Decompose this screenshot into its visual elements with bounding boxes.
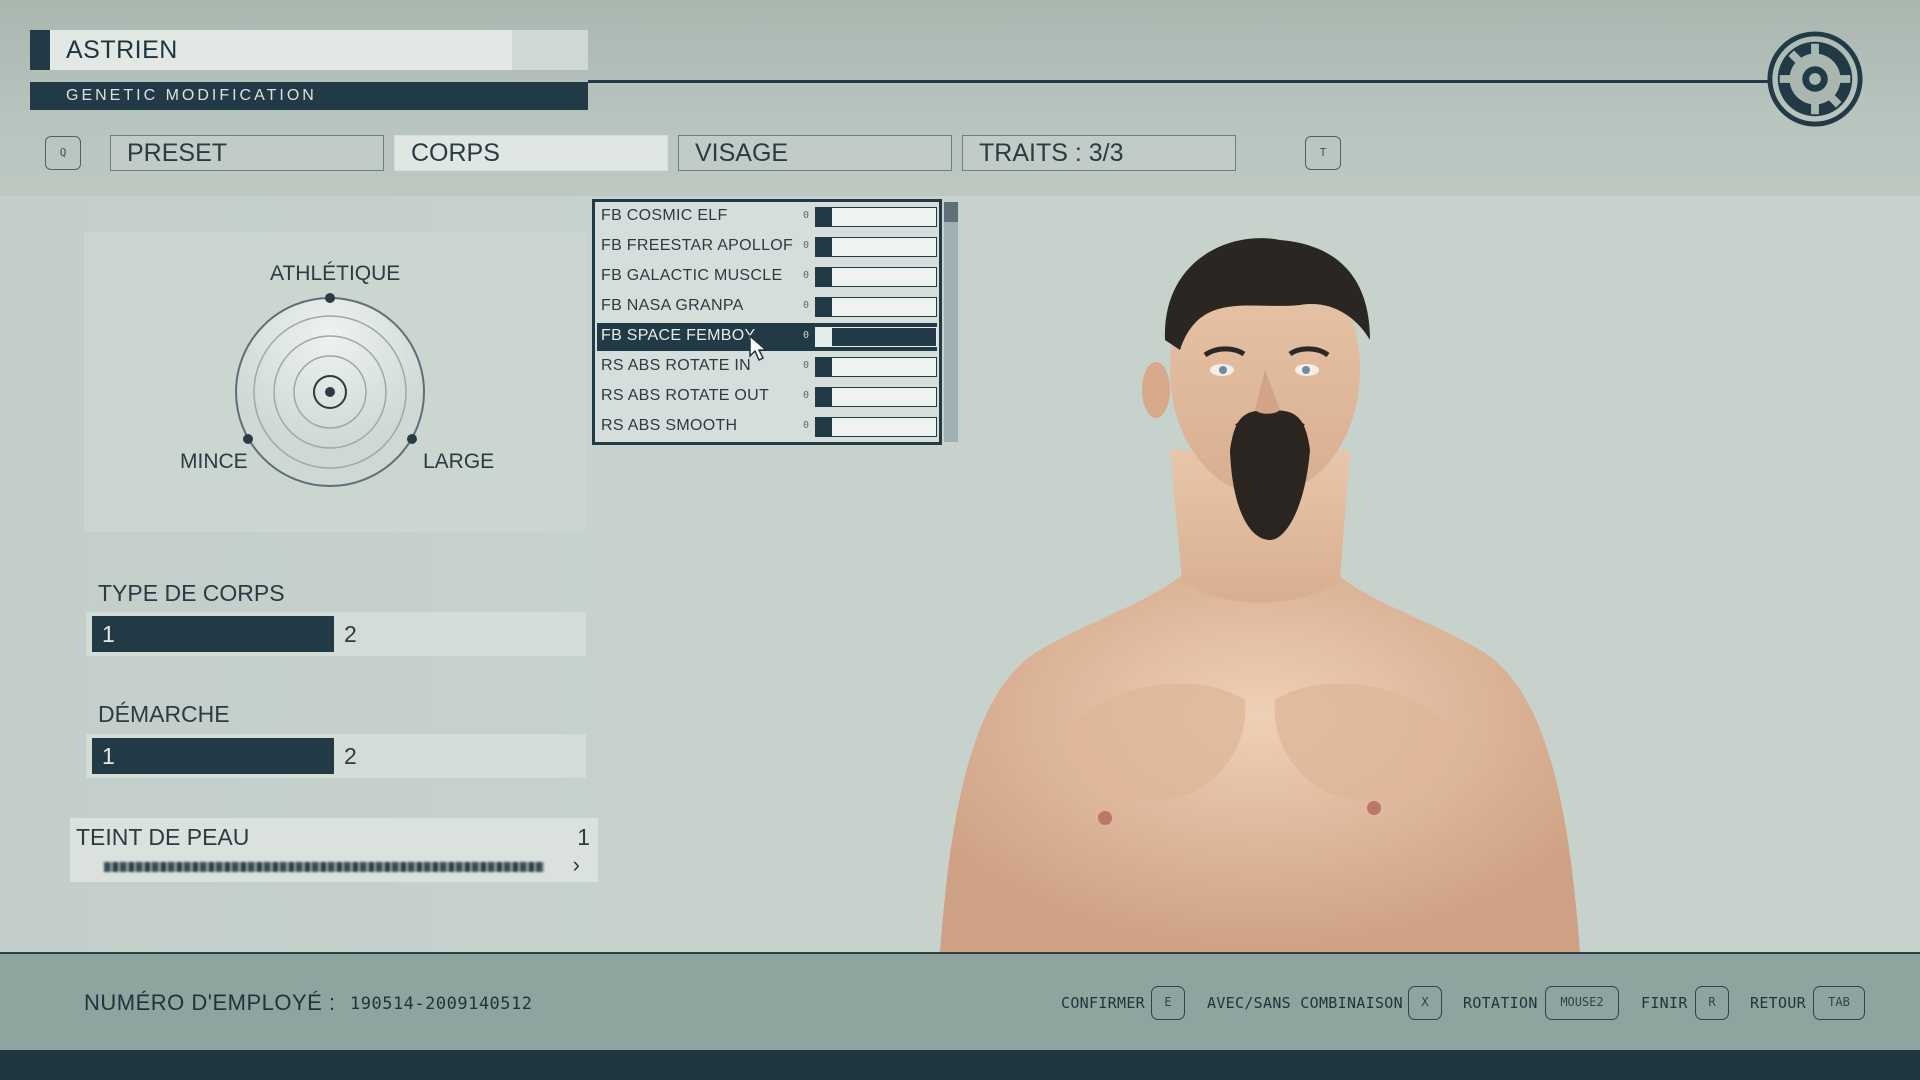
morph-slider-fill xyxy=(816,418,832,436)
action-rotation-label: ROTATION xyxy=(1463,994,1538,1012)
employee-number: 190514-2009140512 xyxy=(350,994,533,1014)
morph-slider-fill xyxy=(816,388,832,406)
action-toggle-suit-label: AVEC/SANS COMBINAISON xyxy=(1207,994,1403,1012)
gait-option-2[interactable]: 2 xyxy=(344,738,357,774)
morph-value: 0 xyxy=(803,300,810,311)
morph-value: 0 xyxy=(803,420,810,431)
morph-row[interactable]: FB NASA GRANPA 0 xyxy=(597,293,937,321)
morph-row[interactable]: FB COSMIC ELF 0 xyxy=(597,203,937,231)
morph-value: 0 xyxy=(803,360,810,371)
name-accent xyxy=(30,30,50,70)
skin-tone-selector[interactable]: TEINT DE PEAU 1 › xyxy=(70,818,598,882)
body-type-option-2[interactable]: 2 xyxy=(344,616,357,652)
tab-preset[interactable]: PRESET xyxy=(110,135,384,171)
header-divider xyxy=(588,80,1768,83)
tab-corps[interactable]: CORPS xyxy=(394,135,668,171)
morph-name: RS ABS ROTATE IN xyxy=(601,357,752,374)
tab-visage[interactable]: VISAGE xyxy=(678,135,952,171)
body-type-option-1[interactable]: 1 xyxy=(92,616,334,652)
tab-traits[interactable]: TRAITS : 3/3 xyxy=(962,135,1236,171)
morph-slider-fill xyxy=(816,358,832,376)
morph-scrollbar-thumb[interactable] xyxy=(944,202,958,222)
body-type-selector: 1 2 xyxy=(86,612,586,656)
subtitle-bar: GENETIC MODIFICATION xyxy=(30,82,588,110)
morph-value: 0 xyxy=(803,240,810,251)
morph-slider-fill xyxy=(816,268,832,286)
finish-button[interactable]: R xyxy=(1695,986,1729,1020)
action-back-label: RETOUR xyxy=(1750,994,1806,1012)
prev-tab-key[interactable]: Q xyxy=(45,136,81,170)
character-name: ASTRIEN xyxy=(66,36,178,64)
morph-name: FB NASA GRANPA xyxy=(601,297,744,314)
morph-slider-fill xyxy=(816,328,832,346)
next-tab-key[interactable]: T xyxy=(1305,136,1341,170)
morph-row[interactable]: FB FREESTAR APOLLOF 0 xyxy=(597,233,937,261)
constellation-gear-icon xyxy=(1767,31,1863,127)
morph-row[interactable]: FB GALACTIC MUSCLE 0 xyxy=(597,263,937,291)
footer-bottom-strip xyxy=(0,1050,1920,1080)
footer-bar: NUMÉRO D'EMPLOYÉ : 190514-2009140512 CON… xyxy=(0,952,1920,1050)
shape-label-athletic: ATHLÉTIQUE xyxy=(270,262,401,285)
morph-slider-fill xyxy=(816,298,832,316)
morph-value: 0 xyxy=(803,210,810,221)
back-button[interactable]: TAB xyxy=(1813,986,1865,1020)
morph-slider-fill xyxy=(816,208,832,226)
morph-row[interactable]: RS ABS SMOOTH 0 xyxy=(597,413,937,441)
gait-selector: 1 2 xyxy=(86,734,586,778)
morph-name: FB FREESTAR APOLLOF xyxy=(601,237,794,254)
mouse-cursor-icon xyxy=(749,334,768,362)
morph-list: FB COSMIC ELF 0 FB FREESTAR APOLLOF 0 FB… xyxy=(592,199,942,445)
gait-label: DÉMARCHE xyxy=(98,701,230,727)
toggle-suit-button[interactable]: X xyxy=(1408,986,1442,1020)
morph-name: FB GALACTIC MUSCLE xyxy=(601,267,783,284)
body-shape-triangle-dial[interactable] xyxy=(230,292,430,492)
morph-name: FB COSMIC ELF xyxy=(601,207,728,224)
gait-option-1[interactable]: 1 xyxy=(92,738,334,774)
screen-subtitle: GENETIC MODIFICATION xyxy=(66,87,317,104)
morph-value: 0 xyxy=(803,330,810,341)
morph-name: RS ABS SMOOTH xyxy=(601,417,738,434)
header: ASTRIEN GENETIC MODIFICATION Q PRESET CO… xyxy=(0,0,1920,196)
morph-name: FB SPACE FEMBOY xyxy=(601,327,756,344)
employee-label: NUMÉRO D'EMPLOYÉ : xyxy=(84,990,336,1015)
morph-row[interactable]: RS ABS ROTATE OUT 0 xyxy=(597,383,937,411)
skin-tone-bar[interactable] xyxy=(104,862,544,872)
character-name-bar: ASTRIEN xyxy=(30,30,588,70)
morph-value: 0 xyxy=(803,390,810,401)
morph-value: 0 xyxy=(803,270,810,281)
skin-tone-label: TEINT DE PEAU xyxy=(76,824,250,850)
action-finish-label: FINIR xyxy=(1641,994,1688,1012)
shape-label-large: LARGE xyxy=(423,450,495,473)
action-confirm-label: CONFIRMER xyxy=(1061,994,1145,1012)
character-preview[interactable] xyxy=(900,220,1620,952)
body-shape-selector: ATHLÉTIQUE MINCE LARGE xyxy=(84,232,586,532)
skin-tone-value: 1 xyxy=(577,824,590,850)
chevron-right-icon[interactable]: › xyxy=(573,852,580,878)
body-type-label: TYPE DE CORPS xyxy=(98,580,285,606)
morph-name: RS ABS ROTATE OUT xyxy=(601,387,770,404)
confirm-button[interactable]: E xyxy=(1151,986,1185,1020)
rotation-button[interactable]: MOUSE2 xyxy=(1545,986,1619,1020)
morph-slider-fill xyxy=(816,238,832,256)
